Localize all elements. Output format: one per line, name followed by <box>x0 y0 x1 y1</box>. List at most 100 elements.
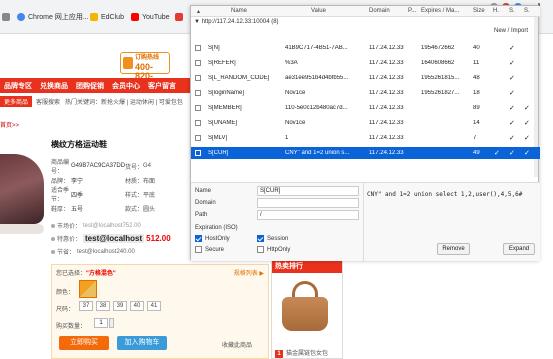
name-field[interactable]: S[CUR] <box>257 186 359 196</box>
column-secure[interactable]: S. <box>509 8 515 14</box>
more-products-tag[interactable]: 更多商品 <box>0 95 33 107</box>
size-option[interactable]: 41 <box>147 301 161 311</box>
gmail-icon <box>175 13 183 21</box>
cookie-cell-s: ✓ <box>509 75 515 82</box>
cookie-detail-pane: Name S[CUR] Domain Path / Expiration (IS… <box>191 182 540 262</box>
bookmark-item-youtube[interactable]: YouTube <box>131 12 170 22</box>
row-checkbox[interactable] <box>195 105 201 111</box>
row-checkbox[interactable] <box>195 60 201 66</box>
cookie-row[interactable]: S[UNAME] Nov1ce 117.24.12.33 14 ✓ ✓ <box>191 117 540 129</box>
hotline-badge: 订购热线 400-820- <box>120 52 170 81</box>
bookmark-item-chrome-store[interactable]: Chrome 网上应用... <box>17 12 89 22</box>
service-search[interactable]: 客服搜索 <box>36 97 60 106</box>
spec-list-link[interactable]: 规格列表 ▶ <box>234 268 264 277</box>
cookie-cell-name: S[N] <box>208 45 220 51</box>
session-checkbox[interactable]: Session <box>257 235 288 242</box>
bookmark-item-apps[interactable] <box>2 12 10 22</box>
divider <box>363 183 364 262</box>
breadcrumb[interactable]: 首页>> <box>0 120 19 129</box>
quantity-stepper[interactable] <box>109 318 114 328</box>
cookie-cell-size: 49 <box>473 150 480 156</box>
chrome-store-icon <box>17 13 25 21</box>
cookie-cell-name: S[REFER] <box>208 60 236 66</box>
column-httponly[interactable]: H. <box>493 8 499 14</box>
cookie-group-header[interactable]: ▼ http://117.24.12.33:10004 (8) <box>194 19 279 25</box>
column-samesite[interactable]: S. <box>524 8 530 14</box>
bookmark-item-gmail[interactable] <box>175 12 183 22</box>
bullet-icon <box>51 223 55 228</box>
column-expires[interactable]: Expires / Ma... <box>421 8 459 14</box>
product-specs: 商品编号： G49B7AC9CA37DD 货号： G4 品牌： 李宁 材质： 布… <box>51 159 191 215</box>
product-image[interactable] <box>0 154 44 224</box>
hostonly-checkbox[interactable]: HostOnly <box>195 235 230 242</box>
size-label: 尺码： <box>56 307 75 313</box>
bookmark-item-edclub[interactable]: EdClub <box>90 12 124 22</box>
product-image-sole <box>0 224 44 234</box>
remove-button[interactable]: Remove <box>437 243 470 255</box>
color-label: 颜色： <box>56 290 75 296</box>
cookie-row[interactable]: S[REFER] %3A 117.24.12.33 1640608662 11 ✓ <box>191 57 540 69</box>
row-checkbox[interactable] <box>195 75 201 81</box>
new-import-link[interactable]: New / Import <box>494 28 528 34</box>
column-name[interactable]: Name <box>231 8 247 14</box>
nav-item-groupbuy[interactable]: 团购促销 <box>76 81 104 91</box>
nav-item-exchange[interactable]: 兑换商品 <box>40 81 68 91</box>
cookie-cell-value: Nov1ce <box>285 120 306 126</box>
nav-item-brands[interactable]: 品牌专区 <box>4 81 32 91</box>
cookie-cell-value: Nov1ce <box>285 90 306 96</box>
bag-body <box>282 297 328 331</box>
size-options: 37 38 39 40 41 <box>79 301 161 311</box>
row-checkbox[interactable] <box>195 120 201 126</box>
checkbox-checked-icon <box>257 235 264 242</box>
row-checkbox[interactable] <box>195 150 201 156</box>
apps-icon <box>2 13 10 21</box>
size-option[interactable]: 40 <box>130 301 144 311</box>
httponly-checkbox[interactable]: HttpOnly <box>257 246 290 253</box>
buy-now-button[interactable]: 立即购买 <box>59 336 109 350</box>
column-value[interactable]: Value <box>311 8 326 14</box>
spec-row: 鞋厚： 五号 款式： 圆头 <box>51 206 156 213</box>
expand-button[interactable]: Expand <box>503 243 535 255</box>
cookie-cell-s: ✓ <box>509 60 515 67</box>
cookie-value-editor[interactable]: CNY" and 1=2 union select 1,2,user(),4,5… <box>367 191 522 198</box>
cookie-row[interactable]: S[CUR] CNY" and 1=2 union s... 117.24.12.3… <box>191 147 540 159</box>
size-option[interactable]: 37 <box>79 301 93 311</box>
add-to-cart-button[interactable]: 加入购物车 <box>117 336 167 350</box>
cookie-row[interactable]: S[MLV] 1 117.24.12.33 7 ✓ ✓ <box>191 132 540 144</box>
size-option[interactable]: 38 <box>96 301 110 311</box>
row-checkbox[interactable] <box>195 90 201 96</box>
cookie-cell-name: S[L_RANDOM_CODE] <box>208 75 270 81</box>
cookie-cell-h: ✓ <box>494 150 500 157</box>
column-domain[interactable]: Domain <box>369 8 390 14</box>
cookie-row[interactable]: S[MEMBER] 110-5e0c12b480ac7d... 117.24.12.… <box>191 102 540 114</box>
cookie-row[interactable]: S[L_RANDOM_CODE] ae31ee951b4d4bfb55... 117… <box>191 72 540 84</box>
cookie-cell-value: CNY" and 1=2 union s... <box>285 150 350 156</box>
path-field[interactable]: / <box>257 210 359 220</box>
color-swatch[interactable] <box>79 280 97 298</box>
bag-product-image[interactable] <box>282 281 328 333</box>
cookie-cell-name: S[loginName] <box>208 90 245 96</box>
cookie-cell-s2: ✓ <box>524 120 530 127</box>
cookie-cell-s: ✓ <box>509 120 515 127</box>
secure-checkbox[interactable]: Secure <box>195 246 224 253</box>
size-option[interactable]: 39 <box>113 301 127 311</box>
nav-item-member[interactable]: 会员中心 <box>112 81 140 91</box>
cookie-editor-panel: ▴ Name Value Domain P... Expires / Ma...… <box>190 5 540 262</box>
column-sort[interactable]: ▴ <box>197 8 200 15</box>
column-size[interactable]: Size <box>473 8 485 14</box>
path-label: Path <box>195 212 208 218</box>
quantity-input[interactable]: 1 <box>94 318 108 328</box>
checkbox-checked-icon <box>195 235 202 242</box>
nav-item-messages[interactable]: 客户留言 <box>148 81 176 91</box>
cookie-row[interactable]: S[N] 41B9C717-4B51-7AB... 117.24.12.33 1954… <box>191 42 540 54</box>
hot-item[interactable]: 1 猫金属链包女包 <box>275 348 328 358</box>
row-checkbox[interactable] <box>195 45 201 51</box>
cookie-cell-s: ✓ <box>509 105 515 112</box>
cookie-cell-value: 110-5e0c12b480ac7d... <box>285 105 348 111</box>
row-checkbox[interactable] <box>195 135 201 141</box>
cookie-cell-domain: 117.24.12.33 <box>369 150 404 156</box>
cookie-row[interactable]: S[loginName] Nov1ce 117.24.12.33 1955261827… <box>191 87 540 99</box>
column-path[interactable]: P... <box>408 8 416 14</box>
favorite-link[interactable]: 收藏此商品 <box>222 340 252 349</box>
domain-field[interactable] <box>257 198 359 208</box>
